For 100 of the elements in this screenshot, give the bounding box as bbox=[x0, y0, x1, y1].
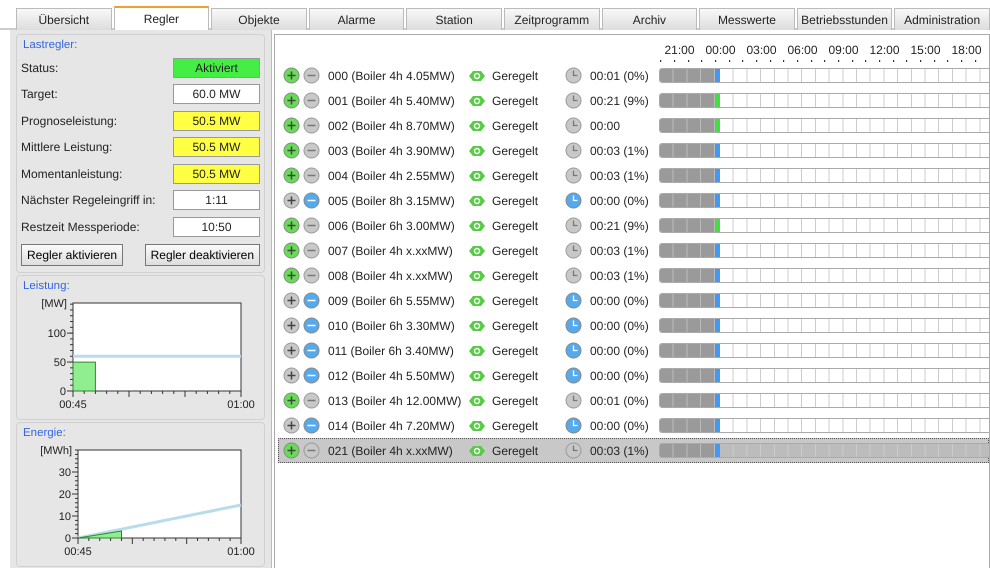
elapsed-segment bbox=[660, 444, 715, 457]
object-row[interactable]: 010 (Boiler 6h 3.30MW) Geregelt 00:00 (0%) bbox=[279, 313, 989, 338]
object-label: 001 (Boiler 4h 5.40MW) bbox=[328, 92, 456, 110]
object-row[interactable]: 003 (Boiler 4h 3.90MW) Geregelt 00:03 (1%) bbox=[279, 138, 989, 163]
clock-icon bbox=[565, 117, 582, 134]
plus-icon bbox=[283, 392, 300, 409]
status-text: Geregelt bbox=[492, 142, 540, 160]
runtime-text: 00:03 (1%) bbox=[590, 242, 650, 260]
clock-icon bbox=[565, 292, 582, 309]
runtime-text: 00:00 bbox=[590, 118, 622, 134]
minus-icon bbox=[303, 217, 320, 234]
tick-label: 0 bbox=[64, 533, 71, 546]
object-row[interactable]: 014 (Boiler 4h 7.20MW) Geregelt 00:00 (0%) bbox=[279, 413, 989, 438]
tick-label: 10 bbox=[58, 511, 71, 524]
plus-icon bbox=[283, 367, 300, 384]
clock-icon bbox=[565, 267, 582, 284]
tab[interactable]: Alarme bbox=[308, 8, 404, 30]
minus-icon bbox=[303, 142, 320, 159]
tick-label: 100 bbox=[48, 328, 66, 340]
status-text: Geregelt bbox=[492, 342, 540, 360]
field-label: Restzeit Messperiode: bbox=[21, 218, 140, 236]
plus-icon bbox=[283, 442, 300, 459]
clock-icon bbox=[565, 192, 582, 209]
tab[interactable]: Administration bbox=[894, 8, 990, 30]
runtime-text: 00:03 (1%) bbox=[590, 442, 650, 460]
runtime-text: 00:00 (0%) bbox=[590, 192, 650, 210]
object-row[interactable]: 006 (Boiler 6h 3.00MW) Geregelt 00:21 (9%) bbox=[279, 213, 989, 238]
clock-icon bbox=[565, 217, 582, 234]
minus-icon bbox=[303, 367, 320, 384]
action-button[interactable]: Regler deaktivieren bbox=[144, 244, 260, 266]
field-label: Mittlere Leistung: bbox=[21, 139, 112, 156]
action-button[interactable]: Regler aktivieren bbox=[21, 244, 124, 266]
object-row[interactable]: 021 (Boiler 4h x.xxMW) Geregelt 00:03 (1%) bbox=[278, 438, 989, 463]
object-row[interactable]: 007 (Boiler 4h x.xxMW) Geregelt 00:03 (1%) bbox=[279, 238, 989, 263]
object-row[interactable]: 001 (Boiler 4h 5.40MW) Geregelt 00:21 (9%) bbox=[279, 88, 989, 113]
elapsed-segment bbox=[660, 219, 715, 232]
elapsed-segment bbox=[660, 169, 715, 182]
status-text: Geregelt bbox=[492, 218, 540, 234]
object-label: 008 (Boiler 4h x.xxMW) bbox=[328, 268, 454, 284]
tab[interactable]: Regler bbox=[114, 6, 210, 30]
plus-icon bbox=[283, 292, 300, 309]
clock-icon bbox=[565, 317, 582, 334]
time-label: 12:00 bbox=[869, 43, 900, 57]
field-label: Target: bbox=[21, 86, 58, 103]
status-text: Geregelt bbox=[492, 392, 540, 410]
tab[interactable]: Archiv bbox=[602, 8, 698, 30]
tab[interactable]: Messwerte bbox=[699, 8, 795, 30]
object-row[interactable]: 002 (Boiler 4h 8.70MW) Geregelt 00:00 bbox=[279, 113, 989, 138]
time-label: 18:00 bbox=[951, 43, 982, 57]
axis-label: [MWh] bbox=[40, 445, 72, 458]
object-label: 003 (Boiler 4h 3.90MW) bbox=[328, 142, 456, 160]
object-row[interactable]: 005 (Boiler 8h 3.15MW) Geregelt 00:00 (0%) bbox=[279, 188, 989, 213]
value-field: 50.5 MW bbox=[173, 137, 260, 157]
status-text: Geregelt bbox=[492, 418, 540, 434]
elapsed-segment bbox=[660, 194, 715, 207]
tick-label: 20 bbox=[58, 489, 71, 502]
runtime-text: 00:00 (0%) bbox=[590, 418, 650, 434]
status-text: Geregelt bbox=[492, 118, 540, 134]
object-row[interactable]: 013 (Boiler 4h 12.00MW) Geregelt 00:01 (0%) bbox=[279, 388, 989, 413]
time-label: 21:00 bbox=[664, 43, 695, 57]
plus-icon bbox=[283, 217, 300, 234]
object-row[interactable]: 012 (Boiler 4h 5.50MW) Geregelt 00:00 (0%) bbox=[279, 363, 989, 388]
tab[interactable]: Station bbox=[406, 8, 502, 30]
object-row[interactable]: 009 (Boiler 6h 5.55MW) Geregelt 00:00 (0%) bbox=[279, 288, 989, 313]
plus-icon bbox=[283, 92, 300, 109]
elapsed-segment bbox=[660, 94, 715, 107]
tab[interactable]: Zeitprogramm bbox=[504, 8, 600, 30]
runtime-text: 00:03 (1%) bbox=[590, 142, 650, 160]
value-field: 50.5 MW bbox=[173, 110, 260, 130]
object-label: 009 (Boiler 6h 5.55MW) bbox=[328, 292, 456, 310]
object-row[interactable]: 011 (Boiler 6h 3.40MW) Geregelt 00:00 (0%) bbox=[279, 338, 989, 363]
runtime-text: 00:01 (0%) bbox=[590, 392, 650, 410]
axis-label: [MW] bbox=[41, 298, 67, 310]
runtime-text: 00:00 (0%) bbox=[590, 292, 650, 310]
tab[interactable]: Übersicht bbox=[16, 8, 112, 30]
object-row[interactable]: 004 (Boiler 4h 2.55MW) Geregelt 00:03 (1%) bbox=[279, 163, 989, 188]
tab[interactable]: Betriebsstunden bbox=[796, 8, 892, 30]
minus-icon bbox=[303, 192, 320, 209]
runtime-text: 00:01 (0%) bbox=[590, 68, 650, 84]
object-label: 013 (Boiler 4h 12.00MW) bbox=[328, 392, 462, 410]
object-label: 004 (Boiler 4h 2.55MW) bbox=[328, 168, 456, 184]
tick-label: 01:00 bbox=[227, 399, 255, 411]
runtime-text: 00:00 (0%) bbox=[590, 342, 650, 360]
value-field: 10:50 bbox=[173, 216, 260, 236]
object-label: 007 (Boiler 4h x.xxMW) bbox=[328, 242, 454, 260]
value-field: 1:11 bbox=[173, 190, 260, 210]
object-row[interactable]: 000 (Boiler 4h 4.05MW) Geregelt 00:01 (0%) bbox=[279, 63, 989, 88]
clock-icon bbox=[565, 392, 582, 409]
tab[interactable]: Objekte bbox=[211, 8, 307, 30]
plus-icon bbox=[283, 267, 300, 284]
elapsed-segment bbox=[660, 319, 715, 332]
status-text: Geregelt bbox=[492, 318, 540, 334]
clock-icon bbox=[565, 242, 582, 259]
field-label: Momentanleistung: bbox=[21, 166, 122, 182]
status-text: Geregelt bbox=[492, 192, 540, 210]
minus-icon bbox=[303, 342, 320, 359]
object-row[interactable]: 008 (Boiler 4h x.xxMW) Geregelt 00:03 (1%) bbox=[279, 263, 989, 288]
clock-icon bbox=[565, 142, 582, 159]
runtime-text: 00:03 (1%) bbox=[590, 168, 650, 184]
runtime-text: 00:21 (9%) bbox=[590, 92, 650, 110]
